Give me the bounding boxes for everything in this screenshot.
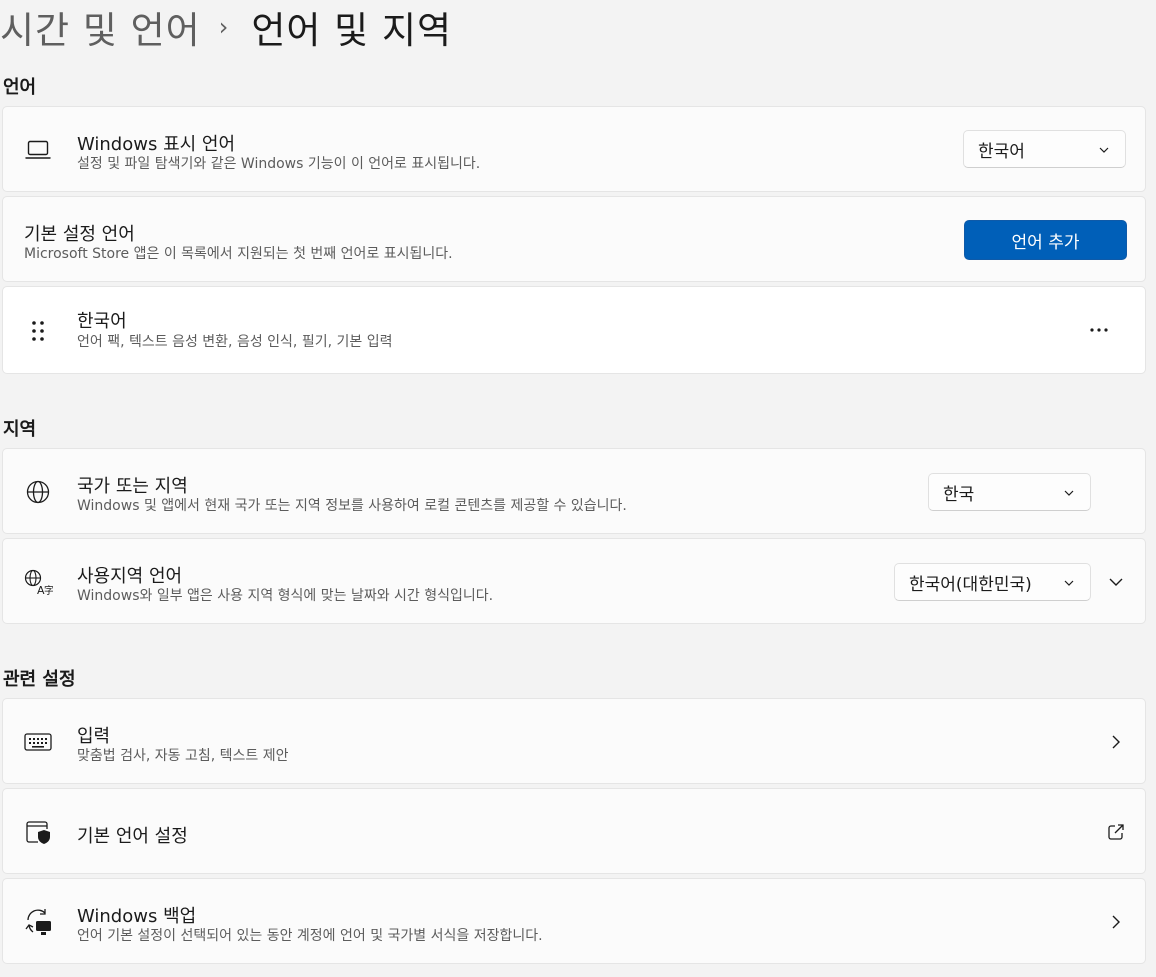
chevron-down-icon xyxy=(1064,580,1074,586)
display-language-description: 설정 및 파일 탐색기와 같은 Windows 기능이 이 언어로 표시됩니다. xyxy=(77,156,481,172)
keyboard-icon xyxy=(23,727,53,757)
external-link-icon xyxy=(1106,822,1126,842)
chevron-right-icon xyxy=(1106,912,1126,932)
preferred-languages-description: Microsoft Store 앱은 이 목록에서 지원되는 첫 번째 언어로 … xyxy=(24,246,453,262)
language-region-icon: A 字 xyxy=(23,567,53,597)
typing-description: 맞춤법 검사, 자동 고침, 텍스트 제안 xyxy=(77,748,289,764)
admin-language-title: 기본 언어 설정 xyxy=(77,826,188,847)
country-region-card: 국가 또는 지역 Windows 및 앱에서 현재 국가 또는 지역 정보를 사… xyxy=(2,448,1146,534)
sync-backup-icon xyxy=(23,907,53,937)
typing-card[interactable]: 입력 맞춤법 검사, 자동 고침, 텍스트 제안 xyxy=(2,698,1146,784)
svg-text:字: 字 xyxy=(44,584,53,596)
more-options-icon[interactable] xyxy=(1089,320,1109,340)
section-title-related: 관련 설정 xyxy=(3,669,76,690)
admin-shield-icon xyxy=(23,817,53,847)
display-language-card: Windows 표시 언어 설정 및 파일 탐색기와 같은 Windows 기능… xyxy=(2,106,1146,192)
backup-description: 언어 기본 설정이 선택되어 있는 동안 계정에 언어 및 국가별 서식을 저장… xyxy=(77,928,543,944)
language-list-item[interactable]: 한국어 언어 팩, 텍스트 음성 변환, 음성 인식, 필기, 기본 입력 xyxy=(2,286,1146,374)
chevron-right-icon xyxy=(1106,732,1126,752)
expand-chevron-icon[interactable] xyxy=(1106,572,1126,592)
display-language-selected: 한국어 xyxy=(978,141,1025,162)
country-region-selected: 한국 xyxy=(943,484,975,505)
regional-format-description: Windows와 일부 앱은 사용 지역 형식에 맞는 날짜와 시간 형식입니다… xyxy=(77,588,494,604)
country-region-description: Windows 및 앱에서 현재 국가 또는 지역 정보를 사용하여 로컬 콘텐… xyxy=(77,498,627,514)
chevron-down-icon xyxy=(1064,490,1074,496)
section-title-region: 지역 xyxy=(3,419,37,440)
regional-format-card[interactable]: A 字 사용지역 언어 Windows와 일부 앱은 사용 지역 형식에 맞는 … xyxy=(2,538,1146,624)
language-item-description: 언어 팩, 텍스트 음성 변환, 음성 인식, 필기, 기본 입력 xyxy=(77,334,393,350)
language-item-title: 한국어 xyxy=(77,311,127,332)
regional-format-dropdown[interactable]: 한국어(대한민국) xyxy=(894,563,1091,601)
page-title: 언어 및 지역 xyxy=(251,9,453,52)
breadcrumb-separator: › xyxy=(218,13,230,41)
add-language-button[interactable]: 언어 추가 xyxy=(964,220,1127,260)
laptop-icon xyxy=(23,135,53,165)
breadcrumb: 시간 및 언어 › 언어 및 지역 xyxy=(0,2,452,52)
backup-card[interactable]: Windows 백업 언어 기본 설정이 선택되어 있는 동안 계정에 언어 및… xyxy=(2,878,1146,964)
globe-icon xyxy=(23,477,53,507)
admin-language-card[interactable]: 기본 언어 설정 xyxy=(2,788,1146,874)
section-title-language: 언어 xyxy=(3,77,37,98)
display-language-dropdown[interactable]: 한국어 xyxy=(963,130,1126,168)
breadcrumb-parent[interactable]: 시간 및 언어 xyxy=(0,0,201,54)
drag-handle-icon[interactable] xyxy=(23,316,53,346)
regional-format-selected: 한국어(대한민국) xyxy=(909,574,1032,595)
country-region-dropdown[interactable]: 한국 xyxy=(928,473,1091,511)
preferred-languages-card: 기본 설정 언어 Microsoft Store 앱은 이 목록에서 지원되는 … xyxy=(2,196,1146,282)
chevron-down-icon xyxy=(1099,147,1109,153)
